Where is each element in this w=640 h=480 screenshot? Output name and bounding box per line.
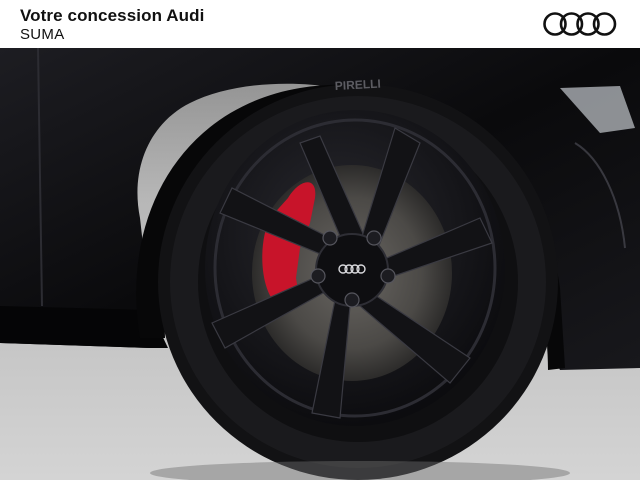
audi-rings-logo-icon [543, 12, 617, 36]
rim [205, 110, 505, 426]
wheel-photo: PIRELLI [0, 48, 640, 480]
dealer-header: Votre concession Audi SUMA [0, 0, 640, 48]
listing-photo-page: Votre concession Audi SUMA PIRELLI [0, 0, 640, 480]
tire-brand-label: PIRELLI [334, 77, 381, 93]
dealer-name: Votre concession Audi [20, 6, 205, 25]
dealer-location: SUMA [20, 26, 65, 43]
